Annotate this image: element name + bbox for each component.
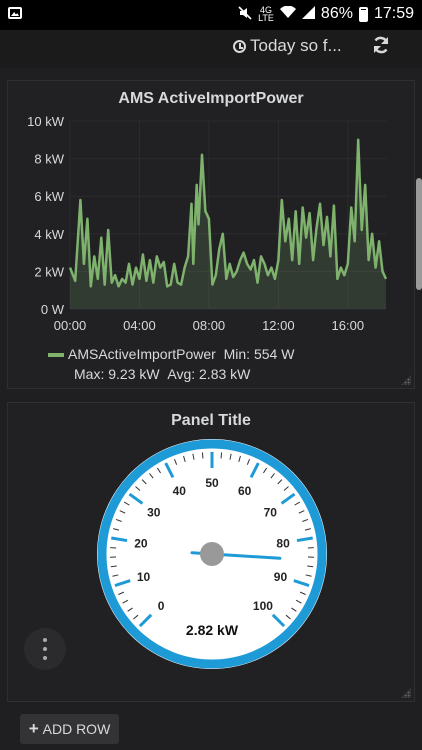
plus-icon: +: [28, 719, 39, 738]
time-range-label: Today so f...: [250, 36, 342, 55]
gauge-minor-tick: [201, 452, 204, 459]
legend-swatch: [48, 353, 64, 358]
gauge-label: 70: [264, 506, 278, 520]
x-tick-label: 16:00: [332, 318, 365, 333]
gauge-label: 90: [274, 570, 288, 584]
graph-panel: AMS ActiveImportPower 0 W2 kW 4 kW 6 kW 8 k…: [7, 80, 415, 389]
y-tick-label: 6 kW: [34, 189, 64, 204]
gauge-label: 50: [205, 476, 219, 490]
battery-percent: 86%: [320, 5, 353, 22]
gauge-label: 30: [147, 506, 161, 520]
gauge-label: 60: [238, 484, 252, 498]
battery-icon: [358, 6, 368, 22]
add-row-label: ADD ROW: [42, 721, 111, 737]
gauge-label: 100: [253, 599, 273, 613]
gauge-label: 20: [134, 537, 148, 551]
gauge-label: 0: [158, 599, 165, 613]
add-row-button[interactable]: + ADD ROW: [20, 714, 119, 744]
x-tick-label: 04:00: [123, 318, 156, 333]
y-tick-label: 4 kW: [34, 227, 64, 242]
y-tick-label: 8 kW: [34, 152, 64, 167]
y-tick-label: 2 kW: [34, 264, 64, 279]
x-tick-label: 00:00: [54, 318, 87, 333]
legend-avg: Avg: 2.83 kW: [167, 366, 251, 382]
dashboard-toolbar: Today so f...: [0, 30, 422, 68]
gauge-label: 80: [276, 537, 290, 551]
gallery-icon: [8, 7, 22, 19]
gauge-value: 2.82 kW: [186, 622, 239, 638]
mute-icon: [238, 5, 252, 23]
legend-max: Max: 9.23 kW: [74, 366, 160, 382]
legend-min: Min: 554 W: [223, 346, 295, 362]
chart-legend: AMSActiveImportPower Min: 554 W Max: 9.2…: [48, 344, 294, 384]
wifi-icon: [279, 5, 296, 22]
series-line: [68, 138, 388, 288]
scrollbar-thumb[interactable]: [416, 178, 422, 290]
x-tick-label: 08:00: [193, 318, 226, 333]
gauge-label: 10: [137, 570, 151, 584]
refresh-icon[interactable]: [371, 35, 391, 61]
time-range-picker[interactable]: Today so f...: [233, 36, 342, 56]
x-tick-label: 12:00: [262, 318, 295, 333]
panel-menu-button[interactable]: [24, 628, 66, 670]
network-indicator: 4G LTE: [258, 5, 274, 23]
status-bar: 4G LTE 86% 17:59: [0, 0, 422, 30]
gauge-minor-tick: [220, 452, 223, 459]
y-tick-label: 10 kW: [27, 114, 65, 129]
y-tick-label: 0 W: [41, 302, 65, 317]
signal-icon: [301, 6, 315, 22]
gauge-label: 40: [173, 484, 187, 498]
status-time: 17:59: [373, 5, 414, 22]
gauge-panel: Panel Title 0 10 20 30 40 50 60 70 80 90 100 2.82 k…: [7, 402, 415, 702]
clock-icon: [233, 39, 246, 53]
gauge: 0 10 20 30 40 50 60 70 80 90 100 2.82 kW: [97, 439, 327, 669]
gauge-hub: [200, 542, 224, 566]
legend-series-name[interactable]: AMSActiveImportPower: [68, 346, 216, 362]
